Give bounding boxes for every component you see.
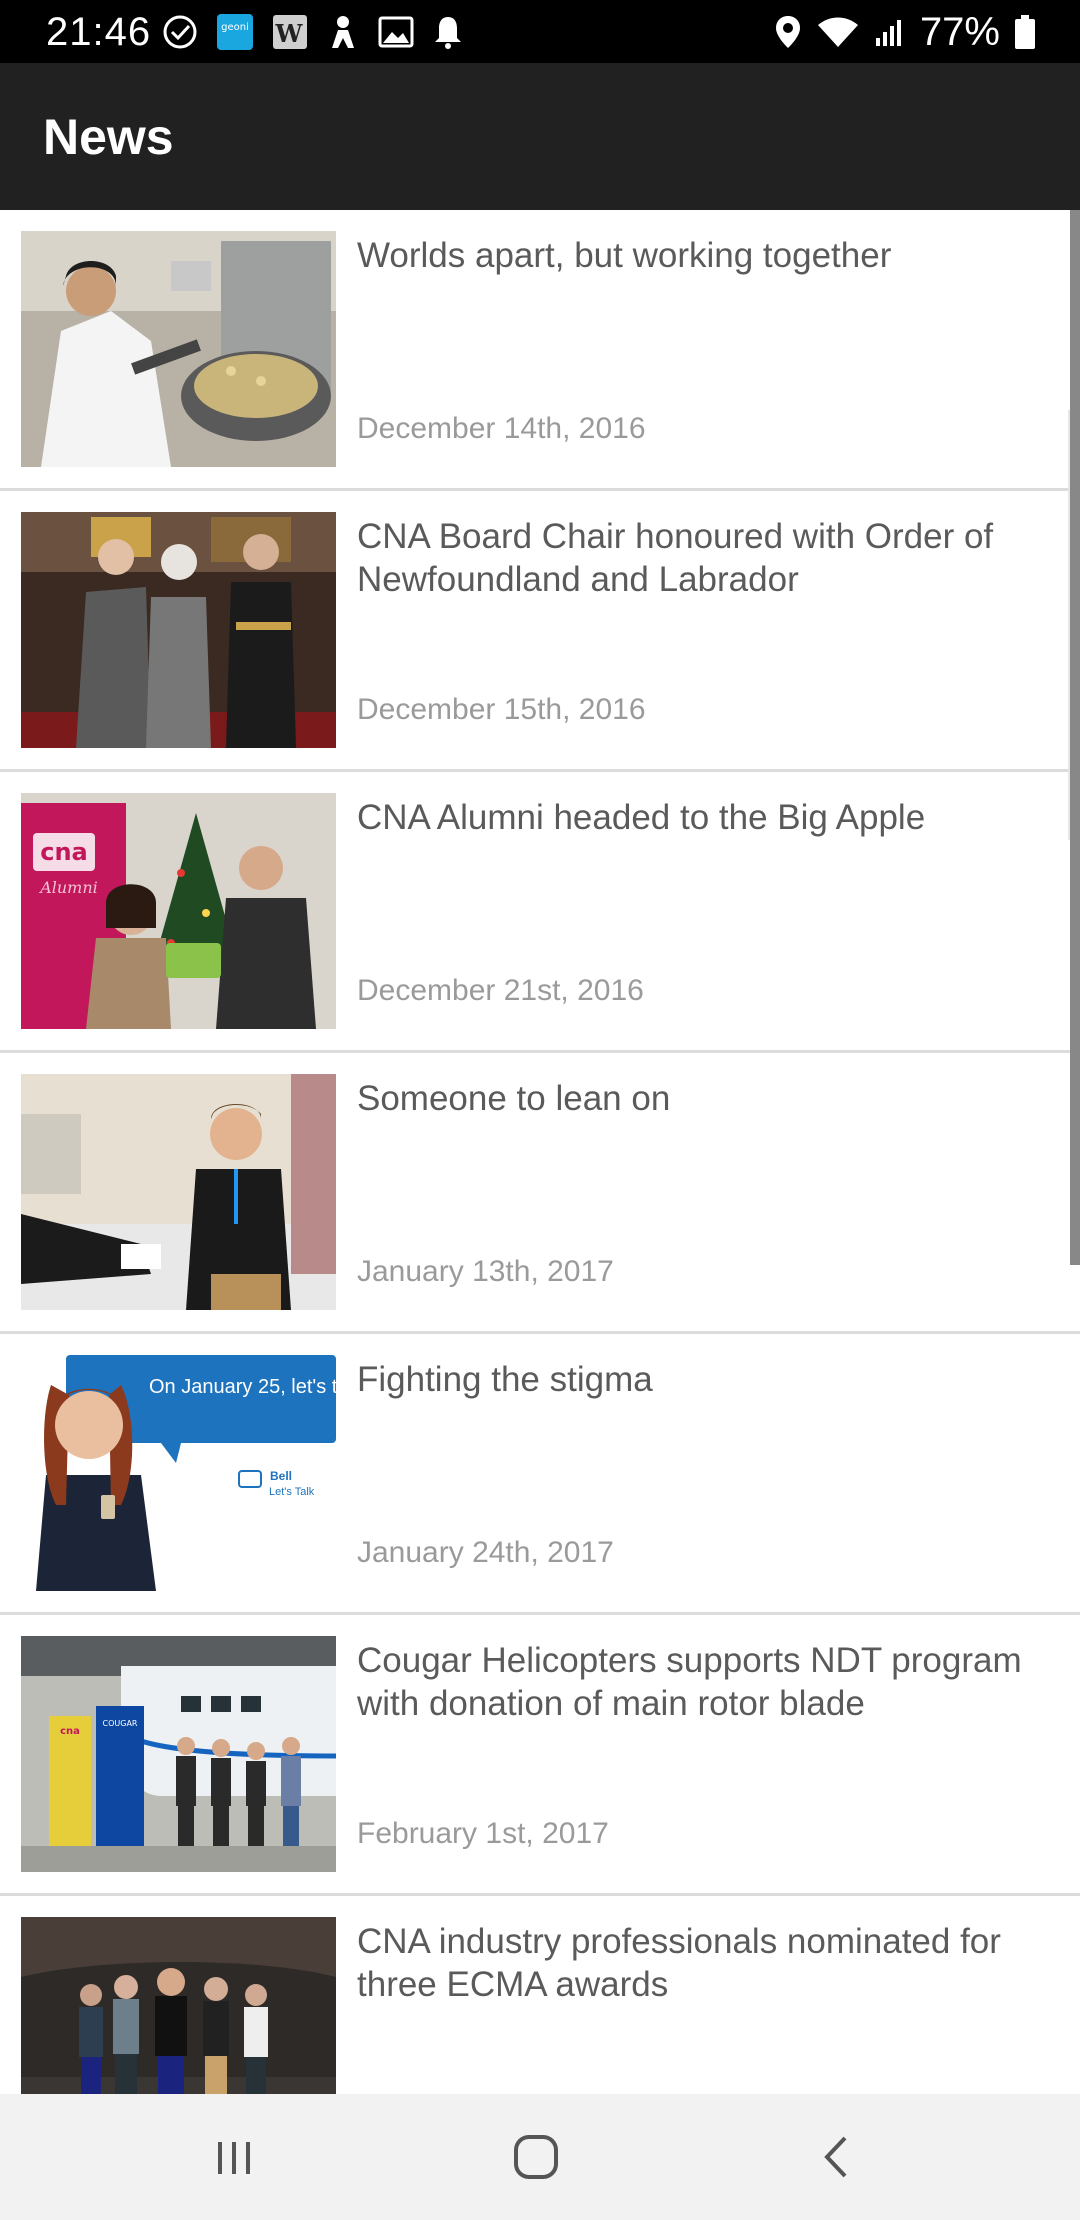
location-icon: [774, 14, 802, 50]
news-thumbnail: [21, 1074, 336, 1310]
news-thumbnail: [21, 512, 336, 748]
news-title: CNA Board Chair honoured with Order of N…: [357, 517, 994, 599]
battery-icon: [1014, 14, 1036, 50]
notification-icon: [432, 14, 464, 50]
back-button[interactable]: [778, 2122, 898, 2192]
news-title: Fighting the stigma: [357, 1360, 653, 1399]
ad-tag: Let's Talk: [269, 1486, 315, 1498]
ad-brand: Bell: [270, 1469, 292, 1483]
svg-text:W: W: [275, 19, 304, 48]
svg-text:geoni: geoni: [221, 22, 249, 33]
news-title: CNA Alumni headed to the Big Apple: [357, 798, 926, 837]
news-date: December 15th, 2016: [357, 693, 646, 726]
banner-text-2: COUGAR: [103, 1719, 138, 1728]
ad-text: On January 25, let's talk.: [149, 1376, 336, 1398]
geoni-app-icon: geoni: [216, 13, 254, 51]
news-item[interactable]: CNA Board Chair honoured with Order of N…: [0, 491, 1080, 772]
banner-text: cna: [60, 1726, 80, 1737]
news-date: January 24th, 2017: [357, 1536, 614, 1569]
news-thumbnail: cna COUGAR: [21, 1636, 336, 1872]
news-thumbnail: cna Alumni: [21, 793, 336, 1029]
news-date: December 14th, 2016: [357, 412, 646, 445]
home-icon: [514, 2135, 558, 2179]
news-item[interactable]: CNA industry professionals nominated for…: [0, 1896, 1080, 2094]
news-item[interactable]: Worlds apart, but working together Decem…: [0, 210, 1080, 491]
news-date: February 1st, 2017: [357, 1817, 609, 1850]
page-title: News: [43, 109, 174, 165]
status-time: 21:46: [46, 10, 152, 54]
news-thumbnail: [21, 231, 336, 467]
status-icons-right: 77%: [774, 8, 1036, 56]
news-item[interactable]: cna COUGAR Cougar Helicopters supports N…: [0, 1615, 1080, 1896]
news-title: CNA industry professionals nominated for…: [357, 1922, 1001, 2004]
back-icon: [824, 2136, 847, 2178]
news-title: Cougar Helicopters supports NDT program …: [357, 1641, 1022, 1723]
home-button[interactable]: [476, 2122, 596, 2192]
alumni-script-text: Alumni: [38, 878, 98, 897]
signal-icon: [874, 16, 906, 48]
battery-percent: 77%: [919, 10, 1000, 54]
news-date: December 21st, 2016: [357, 974, 644, 1007]
check-circle-icon: [162, 14, 198, 50]
navigation-bar: [0, 2094, 1080, 2220]
alumni-logo-text: cna: [40, 838, 88, 866]
news-item[interactable]: cna Alumni CNA Alumni headed to the Big …: [0, 772, 1080, 1053]
status-icons-left: geoni W: [162, 10, 464, 54]
news-thumbnail: [21, 1917, 336, 2094]
news-list[interactable]: Worlds apart, but working together Decem…: [0, 210, 1080, 2094]
person-icon: [326, 14, 360, 50]
image-icon: [378, 15, 414, 49]
recents-icon: [218, 2142, 250, 2174]
app-bar: News: [0, 63, 1080, 210]
recents-button[interactable]: [174, 2122, 294, 2192]
news-item[interactable]: Someone to lean on January 13th, 2017: [0, 1053, 1080, 1334]
news-date: January 13th, 2017: [357, 1255, 614, 1288]
status-bar: 21:46 geoni W 77%: [0, 0, 1080, 63]
w-app-icon: W: [272, 14, 308, 50]
news-thumbnail: On January 25, let's talk. Bell Let's Ta…: [21, 1355, 336, 1591]
wifi-icon: [816, 15, 860, 49]
news-item[interactable]: On January 25, let's talk. Bell Let's Ta…: [0, 1334, 1080, 1615]
news-title: Worlds apart, but working together: [357, 236, 892, 275]
scrollbar[interactable]: [1070, 210, 1080, 1265]
news-title: Someone to lean on: [357, 1079, 671, 1118]
